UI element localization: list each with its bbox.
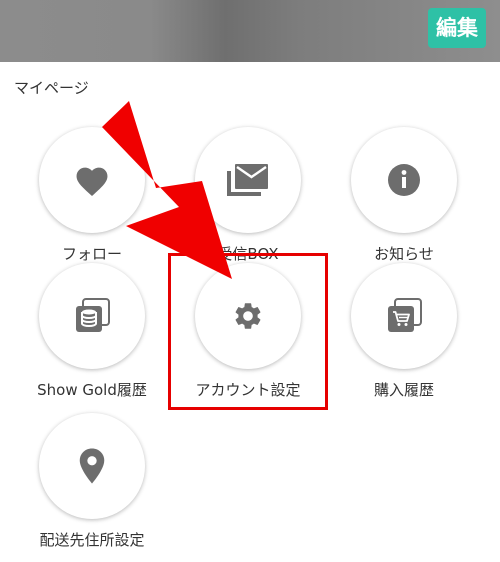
red-arrow-icon xyxy=(102,101,232,279)
